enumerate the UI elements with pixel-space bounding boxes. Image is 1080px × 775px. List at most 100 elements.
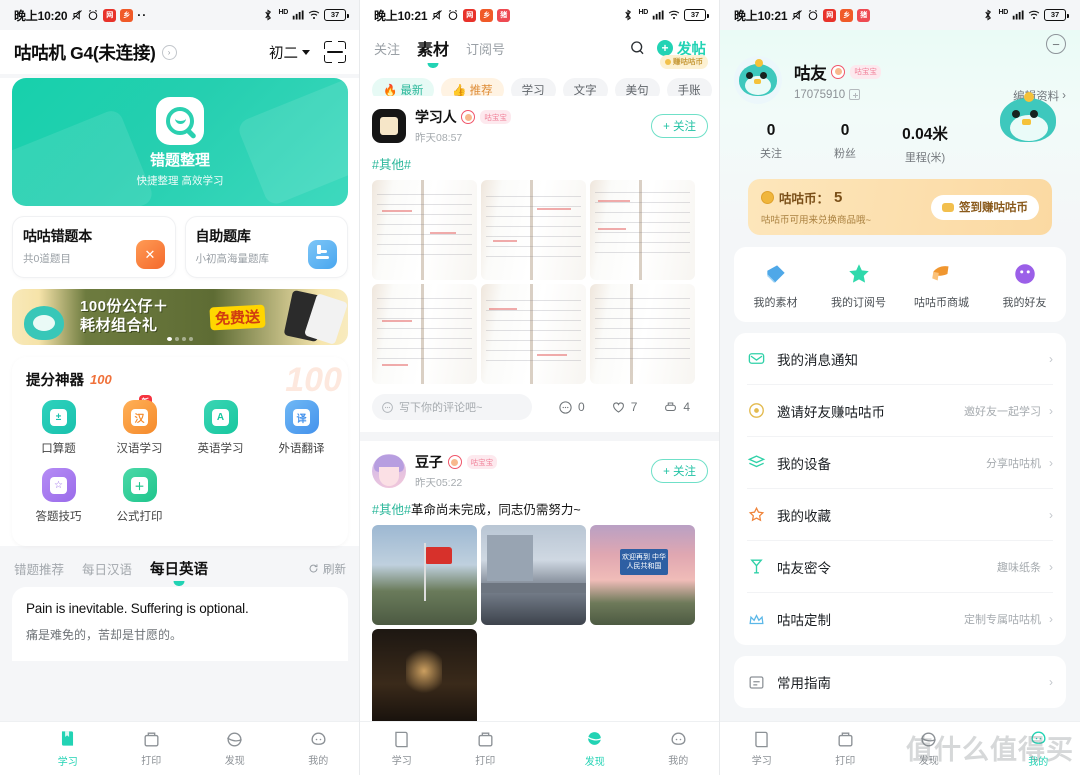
daily-quote-card[interactable]: Pain is inevitable. Suffering is optiona… (12, 587, 348, 661)
banner-dots[interactable] (167, 337, 193, 341)
daily-subtabs: 错题推荐 每日汉语 每日英语 刷新 (0, 546, 360, 587)
refresh-icon (309, 564, 318, 573)
minus-icon[interactable]: − (1046, 34, 1066, 54)
star-outline-icon (748, 506, 765, 522)
tab-study[interactable]: 学习 (720, 730, 804, 767)
study-icon (755, 731, 768, 748)
follow-button[interactable]: + 关注 (651, 114, 708, 138)
tab-study[interactable]: 学习 (26, 729, 110, 768)
tool-item[interactable]: 译 外语翻译 (261, 400, 342, 456)
quick-my-subscription[interactable]: 我的订阅号 (817, 261, 900, 310)
tab-discover[interactable]: 发现 (887, 730, 971, 767)
avatar[interactable] (372, 454, 406, 488)
stat-following[interactable]: 0 关注 (734, 122, 808, 165)
promo-banner[interactable]: 100份公仔＋ 耗材组合礼 免费送 (12, 289, 348, 345)
avatar[interactable] (734, 56, 782, 104)
post-images: 欢迎再到 中华人民共和国 (372, 525, 708, 721)
quick-coin-shop[interactable]: 咕咕币商城 (900, 261, 983, 310)
post-image[interactable] (481, 525, 586, 625)
row-invite-friends[interactable]: 邀请好友赚咕咕币 邀好友一起学习 › (747, 385, 1053, 437)
hero-card-error-review[interactable]: 错题整理 快捷整理 高效学习 (12, 78, 348, 206)
search-icon[interactable] (628, 39, 647, 58)
comment-input[interactable]: 写下你的评论吧~ (372, 394, 532, 420)
row-common-guide[interactable]: 常用指南 › (747, 656, 1053, 708)
row-label: 我的消息通知 (777, 352, 858, 368)
scan-icon[interactable] (324, 41, 346, 63)
quick-my-friends[interactable]: 我的好友 (983, 261, 1066, 310)
row-friend-code[interactable]: 咕友密令 趣味纸条 › (747, 541, 1053, 593)
vip-badge: 咕宝宝 (466, 455, 498, 469)
tab-profile[interactable]: 我的 (637, 730, 721, 767)
chevron-right-icon: › (1049, 612, 1053, 626)
tab-following[interactable]: 关注 (374, 39, 400, 58)
tab-profile[interactable]: 我的 (277, 730, 361, 767)
print-count[interactable]: 4 (663, 400, 690, 415)
discover-icon (921, 732, 937, 747)
like-count[interactable]: 7 (611, 400, 637, 415)
row-my-favorites[interactable]: 我的收藏 › (747, 489, 1053, 541)
comment-count[interactable]: 0 (558, 400, 585, 415)
post-button[interactable]: + 发帖 赚咕咕币 (657, 38, 708, 69)
post-image[interactable]: 欢迎再到 中华人民共和国 (590, 525, 695, 625)
card-question-bank[interactable]: 自助题库 小初高海量题库 (184, 216, 348, 278)
post-image[interactable] (372, 180, 477, 280)
tab-subscription[interactable]: 订阅号 (466, 39, 505, 58)
tool-item[interactable]: ＋ 公式打印 (99, 468, 180, 524)
follow-button[interactable]: + 关注 (651, 459, 708, 483)
tool-label: 英语学习 (197, 443, 244, 455)
coin-card[interactable]: 咕咕币： 5 咕咕币可用来兑换商品哦~ 签到赚咕咕币 (748, 179, 1052, 235)
tool-item[interactable]: 新 汉 汉语学习 (99, 395, 180, 456)
card-wrong-question-book[interactable]: 咕咕错题本 共0道题目 ✕ (12, 216, 176, 278)
tab-discover[interactable]: 发现 (553, 729, 637, 768)
grade-label: 初二 (269, 45, 298, 62)
mute-icon (792, 10, 803, 20)
tab-material[interactable]: 素材 (417, 36, 449, 60)
tab-study[interactable]: 学习 (360, 730, 444, 767)
quick-my-material[interactable]: 我的素材 (734, 261, 817, 310)
tool-item[interactable]: ± 口算题 (18, 400, 99, 456)
stat-mileage[interactable]: 0.04米 里程(米) (882, 122, 968, 165)
subtab-daily-chinese[interactable]: 每日汉语 (82, 559, 132, 578)
row-my-notifications[interactable]: 我的消息通知 › (747, 333, 1053, 385)
post-image[interactable] (481, 180, 586, 280)
copy-icon[interactable] (849, 89, 861, 100)
row-custom-device[interactable]: 咕咕定制 定制专属咕咕机 › (747, 593, 1053, 645)
battery-indicator: 37 (324, 9, 349, 21)
post-image[interactable] (372, 284, 477, 384)
star-icon (848, 264, 869, 283)
row-my-device[interactable]: 我的设备 分享咕咕机 › (747, 437, 1053, 489)
hd-icon: HD (278, 8, 288, 16)
grade-selector[interactable]: 初二 (269, 42, 310, 63)
subtab-daily-english[interactable]: 每日英语 (150, 558, 208, 579)
tool-item[interactable]: A 英语学习 (180, 400, 261, 456)
post-image[interactable] (481, 284, 586, 384)
sign-in-button[interactable]: 签到赚咕咕币 (931, 194, 1039, 220)
tab-print[interactable]: 打印 (444, 730, 528, 767)
chevron-right-icon[interactable]: › (161, 44, 177, 60)
english-study-icon: A (203, 400, 238, 434)
post-tag[interactable]: #其他# (372, 503, 411, 517)
hd-icon: HD (638, 8, 648, 16)
printer-icon (665, 401, 677, 411)
post-image[interactable] (590, 284, 695, 384)
print-icon (478, 732, 493, 747)
tab-discover[interactable]: 发现 (193, 730, 277, 767)
tab-profile[interactable]: 我的 (997, 729, 1080, 768)
tab-print[interactable]: 打印 (110, 730, 194, 767)
bluetooth-icon (265, 9, 272, 21)
study-icon (62, 731, 74, 746)
post-images (372, 180, 708, 384)
post-image[interactable] (372, 629, 477, 721)
bluetooth-icon (625, 9, 632, 21)
post-image[interactable] (590, 180, 695, 280)
tool-item[interactable]: ☆ 答题技巧 (18, 468, 99, 524)
refresh-button[interactable]: 刷新 (308, 561, 346, 577)
avatar[interactable] (372, 109, 406, 143)
post-tag[interactable]: #其他# (372, 158, 411, 172)
tab-print[interactable]: 打印 (804, 730, 888, 767)
stat-followers[interactable]: 0 粉丝 (808, 122, 882, 165)
post-time: 昨天08:57 (415, 132, 463, 144)
feed-list[interactable]: 学习人 咕宝宝 昨天08:57 + 关注 #其他# 写下你的评论吧~ 0 7 4… (360, 96, 720, 721)
subtab-wrong-recommend[interactable]: 错题推荐 (14, 559, 64, 578)
post-image[interactable] (372, 525, 477, 625)
